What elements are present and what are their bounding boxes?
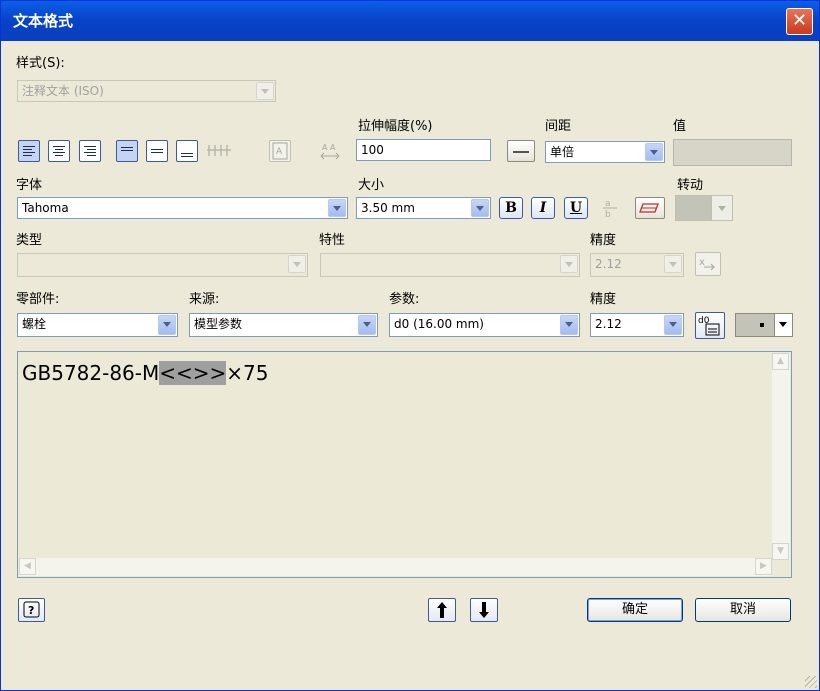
underline-button[interactable]: U xyxy=(564,197,588,219)
precision-label-2: 精度 xyxy=(590,292,617,307)
component-value: 螺栓 xyxy=(22,317,47,331)
symbol-select[interactable] xyxy=(735,313,793,337)
dot-icon xyxy=(760,323,764,327)
italic-button[interactable]: I xyxy=(531,197,555,219)
stretch-arrows-icon: A A xyxy=(319,140,341,162)
editor-parameter-highlight[interactable]: <<>> xyxy=(159,361,227,385)
editor-suffix: ×75 xyxy=(226,361,269,385)
align-left-icon[interactable] xyxy=(18,140,40,162)
chevron-down-icon[interactable] xyxy=(358,315,376,335)
property-select xyxy=(320,253,580,277)
chevron-down-icon[interactable] xyxy=(664,315,682,335)
chevron-down-icon[interactable] xyxy=(158,315,176,335)
spacing-value: 单倍 xyxy=(550,145,575,159)
stretch-label: 拉伸幅度(%) xyxy=(358,119,433,134)
horizontal-scrollbar[interactable]: ◀ ▶ xyxy=(19,558,772,576)
property-label: 特性 xyxy=(319,233,346,248)
chevron-down-icon xyxy=(288,255,306,273)
move-down-icon[interactable] xyxy=(470,598,498,622)
window-title: 文本格式 xyxy=(13,12,74,30)
size-label: 大小 xyxy=(358,178,385,193)
font-label: 字体 xyxy=(16,178,43,193)
style-value: 注释文本 (ISO) xyxy=(22,84,104,98)
cancel-button[interactable]: 取消 xyxy=(695,598,791,622)
editor-prefix: GB5782-86-M xyxy=(22,361,160,385)
component-select[interactable]: 螺栓 xyxy=(17,313,178,337)
value-label: 值 xyxy=(673,119,687,134)
chevron-down-icon xyxy=(256,82,274,100)
chevron-down-icon xyxy=(560,255,578,273)
valign-bottom-icon[interactable] xyxy=(176,140,198,162)
rotate-select xyxy=(675,195,733,221)
valign-middle-icon[interactable] xyxy=(146,140,168,162)
parameter-label: 参数: xyxy=(389,292,420,307)
stack-icon: ab xyxy=(599,196,621,220)
svg-text:A A: A A xyxy=(322,143,336,152)
spacing-select[interactable]: 单倍 xyxy=(545,141,665,163)
move-up-icon[interactable] xyxy=(428,598,456,622)
chevron-down-icon xyxy=(664,255,682,273)
scroll-right-icon[interactable]: ▶ xyxy=(755,558,772,575)
precision-select-1: 2.12 xyxy=(590,253,684,277)
insert-property-icon: x xyxy=(695,252,721,276)
insert-parameter-icon[interactable]: d0 xyxy=(695,312,725,339)
source-value: 模型参数 xyxy=(194,317,243,331)
editor-text[interactable]: GB5782-86-M<<>>×75 xyxy=(22,361,269,385)
chevron-down-icon[interactable] xyxy=(471,199,489,217)
value-input xyxy=(673,139,792,166)
source-select[interactable]: 模型参数 xyxy=(189,313,378,337)
title-bar: 文本格式 ✕ xyxy=(1,1,819,41)
style-label: 样式(S): xyxy=(16,56,65,71)
component-label: 零部件: xyxy=(16,292,60,307)
text-color-icon[interactable] xyxy=(635,197,665,219)
align-right-icon[interactable] xyxy=(79,140,101,162)
svg-text:b: b xyxy=(605,210,611,220)
parameter-value: d0 (16.00 mm) xyxy=(394,317,484,331)
valign-top-icon[interactable] xyxy=(116,140,138,162)
text-format-dialog: 文本格式 ✕ 样式(S): 注释文本 (ISO) A A A 拉伸幅度(%) 1… xyxy=(0,0,820,691)
svg-text:?: ? xyxy=(28,604,34,617)
style-select: 注释文本 (ISO) xyxy=(17,80,276,102)
chevron-down-icon[interactable] xyxy=(774,314,792,336)
spacing-label: 间距 xyxy=(545,119,572,134)
line-spacing-button[interactable] xyxy=(507,140,535,162)
source-label: 来源: xyxy=(189,292,220,307)
align-center-icon[interactable] xyxy=(48,140,70,162)
scroll-down-icon[interactable]: ▼ xyxy=(772,543,789,560)
scroll-up-icon[interactable]: ▲ xyxy=(772,353,789,370)
precision-label-1: 精度 xyxy=(590,233,617,248)
resize-grip-icon[interactable] xyxy=(805,676,817,688)
chevron-down-icon[interactable] xyxy=(645,143,663,161)
line-spacing-icon xyxy=(206,140,234,162)
font-select[interactable]: Tahoma xyxy=(17,197,348,219)
font-value: Tahoma xyxy=(22,201,69,215)
vertical-scrollbar[interactable]: ▲ ▼ xyxy=(772,353,790,560)
svg-text:A: A xyxy=(276,147,283,157)
size-value: 3.50 mm xyxy=(361,201,415,215)
stretch-value: 100 xyxy=(361,143,384,157)
ok-button[interactable]: 确定 xyxy=(587,598,683,622)
parameter-select[interactable]: d0 (16.00 mm) xyxy=(389,313,580,337)
precision-select-2[interactable]: 2.12 xyxy=(590,313,684,337)
stretch-input[interactable]: 100 xyxy=(356,139,491,161)
precision-value-1: 2.12 xyxy=(595,257,622,271)
chevron-down-icon[interactable] xyxy=(328,199,346,217)
type-label: 类型 xyxy=(16,233,43,248)
rotate-label: 转动 xyxy=(677,178,704,193)
text-stretch-icon: A xyxy=(269,140,291,162)
precision-value-2: 2.12 xyxy=(595,317,622,331)
help-icon[interactable]: ? xyxy=(18,598,45,622)
size-select[interactable]: 3.50 mm xyxy=(356,197,491,219)
chevron-down-icon[interactable] xyxy=(560,315,578,335)
bold-button[interactable]: B xyxy=(499,197,523,219)
close-button[interactable]: ✕ xyxy=(786,8,813,35)
text-editor[interactable]: GB5782-86-M<<>>×75 ▲ ▼ ◀ ▶ xyxy=(17,351,792,578)
type-select xyxy=(17,253,308,277)
scroll-left-icon[interactable]: ◀ xyxy=(19,558,36,575)
svg-text:x: x xyxy=(699,257,705,268)
